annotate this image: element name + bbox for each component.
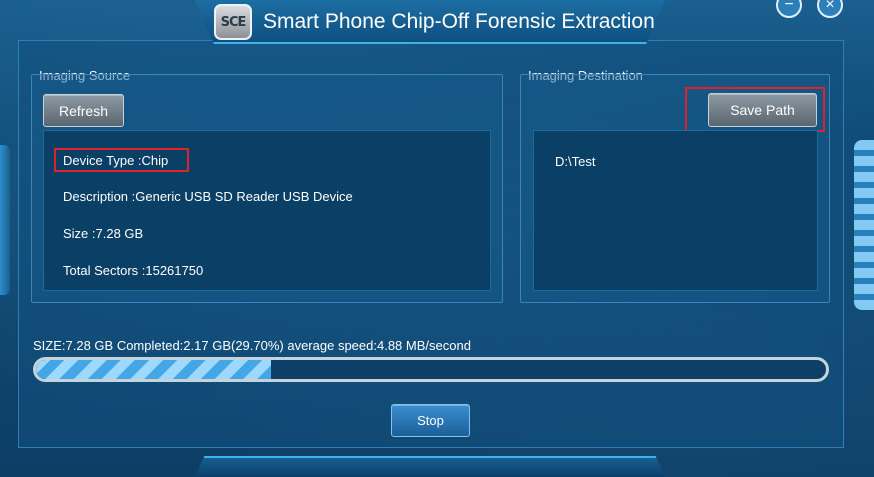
- app-logo: SCE: [214, 4, 252, 40]
- window-title: Smart Phone Chip-Off Forensic Extraction: [263, 10, 655, 33]
- minimize-button[interactable]: −: [776, 0, 802, 18]
- size-text: Size :7.28 GB: [63, 226, 144, 241]
- stop-button[interactable]: Stop: [391, 404, 470, 437]
- close-icon: ×: [825, 0, 835, 13]
- description-text: Description :Generic USB SD Reader USB D…: [63, 189, 353, 204]
- logo-text: SCE: [220, 14, 247, 30]
- progress-bar-fill: [36, 360, 271, 379]
- close-button[interactable]: ×: [817, 0, 843, 18]
- total-sectors-text: Total Sectors :15261750: [63, 263, 204, 278]
- progress-bar: [33, 357, 829, 382]
- bottom-decoration: [195, 456, 665, 477]
- right-edge-decoration: [854, 140, 874, 310]
- destination-path-text: D:\Test: [555, 154, 596, 169]
- refresh-button[interactable]: Refresh: [43, 94, 124, 127]
- app-window: SCE Smart Phone Chip-Off Forensic Extrac…: [0, 0, 874, 477]
- progress-status-text: SIZE:7.28 GB Completed:2.17 GB(29.70%) a…: [33, 338, 471, 353]
- device-type-text: Device Type :Chip: [63, 153, 169, 168]
- left-edge-decoration: [0, 145, 10, 295]
- minimize-icon: −: [784, 0, 794, 13]
- save-path-button[interactable]: Save Path: [708, 93, 817, 127]
